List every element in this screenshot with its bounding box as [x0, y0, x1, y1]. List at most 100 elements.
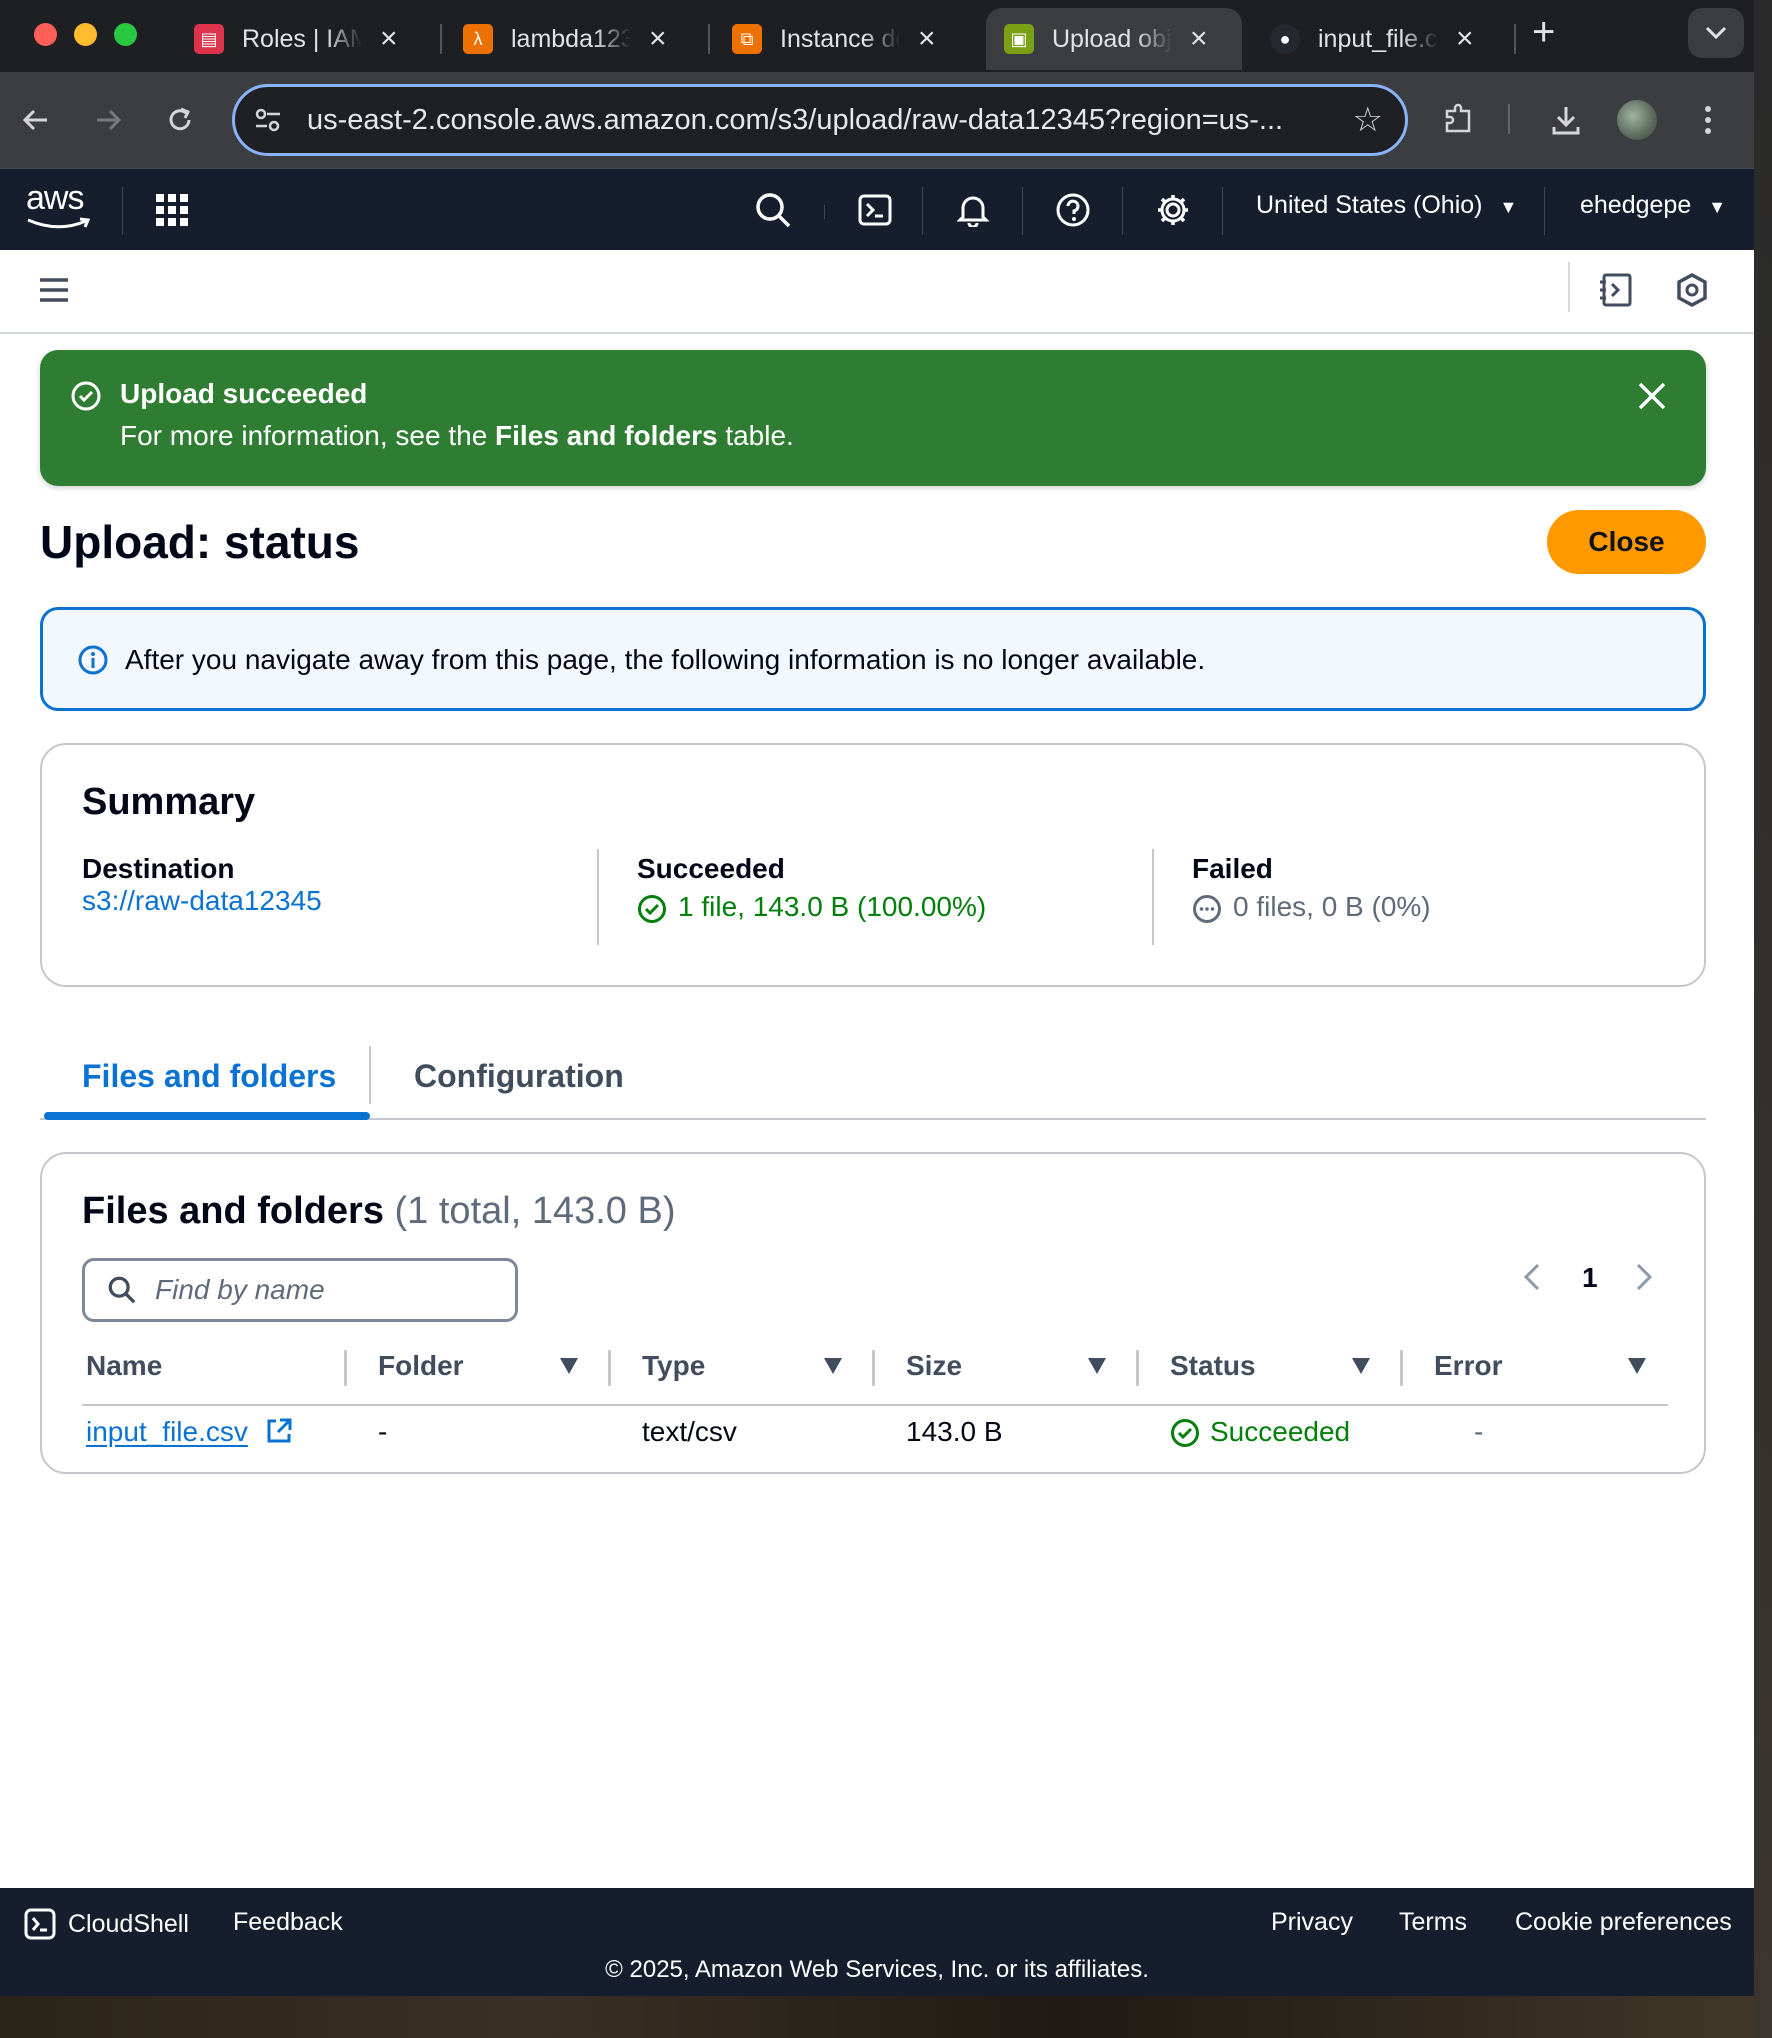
column-header-folder[interactable]: Folder — [378, 1350, 464, 1382]
amazon-q-icon[interactable] — [1674, 272, 1710, 313]
tab-search-chevron-icon[interactable] — [1688, 8, 1744, 58]
close-button[interactable]: Close — [1547, 510, 1706, 574]
column-resizer[interactable] — [1136, 1350, 1139, 1386]
column-resizer[interactable] — [872, 1350, 875, 1386]
region-selector[interactable]: United States (Ohio) ▼ — [1256, 191, 1517, 220]
browser-toolbar: us-east-2.console.aws.amazon.com/s3/uplo… — [0, 72, 1754, 168]
extensions-puzzle-icon[interactable] — [1432, 94, 1484, 146]
column-header-status[interactable]: Status — [1170, 1350, 1256, 1382]
reload-icon[interactable] — [154, 94, 206, 146]
hamburger-menu-icon[interactable] — [38, 276, 70, 309]
next-page-chevron-icon[interactable] — [1634, 1262, 1654, 1299]
browser-tab-github[interactable]: ● input_file.c × — [1252, 8, 1514, 70]
search-icon[interactable] — [750, 187, 796, 233]
minimize-window-button[interactable] — [74, 23, 97, 46]
column-header-type[interactable]: Type — [642, 1350, 705, 1382]
new-tab-plus-icon[interactable]: + — [1532, 10, 1555, 55]
column-resizer[interactable] — [344, 1350, 347, 1386]
sort-caret-icon[interactable] — [1352, 1358, 1370, 1374]
browser-tab-iam[interactable]: ▤ Roles | IAM × — [176, 8, 438, 70]
toolbar-divider — [1508, 104, 1510, 134]
subheader-divider — [1568, 262, 1570, 312]
side-panel-icon[interactable] — [1598, 272, 1634, 313]
footer-feedback-link[interactable]: Feedback — [233, 1908, 343, 1937]
column-resizer[interactable] — [608, 1350, 611, 1386]
close-tab-icon[interactable]: × — [380, 22, 398, 56]
settings-gear-icon[interactable] — [1150, 187, 1196, 233]
succeeded-label: Succeeded — [637, 853, 785, 884]
notifications-bell-icon[interactable] — [950, 187, 996, 233]
file-name-link[interactable]: input_file.csv — [86, 1416, 248, 1448]
account-menu[interactable]: ehedgepe ▼ — [1580, 191, 1726, 220]
header-divider — [922, 187, 923, 235]
column-header-size[interactable]: Size — [906, 1350, 962, 1382]
cell-error: - — [1474, 1416, 1484, 1447]
site-settings-icon[interactable] — [253, 105, 283, 135]
close-tab-icon[interactable]: × — [1456, 22, 1474, 56]
flash-message: For more information, see the Files and … — [120, 420, 794, 451]
header-divider — [1222, 187, 1223, 235]
failed-value: 0 files, 0 B (0%) — [1233, 891, 1431, 922]
destination-link[interactable]: s3://raw-data12345 — [82, 885, 322, 917]
success-check-icon — [70, 380, 102, 417]
bookmark-star-icon[interactable]: ☆ — [1353, 100, 1383, 140]
failed-label: Failed — [1192, 853, 1273, 884]
column-header-name[interactable]: Name — [86, 1350, 162, 1382]
downloads-icon[interactable] — [1540, 94, 1592, 146]
sort-caret-icon[interactable] — [824, 1358, 842, 1374]
aws-logo[interactable]: aws — [26, 179, 91, 229]
forward-arrow-icon[interactable] — [82, 94, 134, 146]
maximize-window-button[interactable] — [114, 23, 137, 46]
cell-status: Succeeded — [1210, 1416, 1351, 1447]
desktop-edge — [1754, 0, 1772, 2038]
browser-tab-ec2[interactable]: ⧉ Instance de × — [714, 8, 976, 70]
files-count: (1 total, 143.0 B) — [394, 1190, 676, 1232]
previous-page-chevron-icon[interactable] — [1522, 1262, 1542, 1299]
iam-icon: ▤ — [194, 24, 224, 54]
close-tab-icon[interactable]: × — [1190, 22, 1208, 56]
tab-configuration[interactable]: Configuration — [414, 1058, 624, 1095]
files-table-title: Files and folders (1 total, 143.0 B) — [82, 1190, 676, 1232]
cloudshell-icon[interactable] — [852, 187, 898, 233]
tab-divider — [369, 1046, 371, 1104]
desktop-background — [0, 1996, 1772, 2038]
browser-menu-kebab-icon[interactable] — [1682, 94, 1734, 146]
close-window-button[interactable] — [34, 23, 57, 46]
browser-tab-s3-upload[interactable]: ▣ Upload obj × — [986, 8, 1242, 70]
back-arrow-icon[interactable] — [10, 94, 62, 146]
header-divider — [824, 205, 825, 219]
footer-cookie-preferences-link[interactable]: Cookie preferences — [1515, 1908, 1732, 1937]
profile-avatar[interactable] — [1617, 100, 1657, 140]
dismiss-flash-close-icon[interactable] — [1636, 380, 1668, 417]
sort-caret-icon[interactable] — [1088, 1358, 1106, 1374]
aws-smile-icon — [27, 217, 91, 229]
ec2-icon: ⧉ — [732, 24, 762, 54]
lambda-icon: λ — [463, 24, 493, 54]
browser-tab-lambda[interactable]: λ lambda1234 × — [445, 8, 707, 70]
sort-caret-icon[interactable] — [1628, 1358, 1646, 1374]
external-link-icon[interactable] — [264, 1416, 294, 1451]
pending-dots-icon — [1192, 894, 1222, 929]
find-by-name-search[interactable] — [82, 1258, 518, 1322]
search-input[interactable] — [155, 1274, 515, 1306]
cell-type: text/csv — [642, 1416, 737, 1447]
footer-cloudshell-button[interactable]: CloudShell — [24, 1908, 189, 1940]
services-grid-icon[interactable] — [149, 187, 195, 233]
url-text[interactable]: us-east-2.console.aws.amazon.com/s3/uplo… — [307, 104, 1327, 137]
address-bar[interactable]: us-east-2.console.aws.amazon.com/s3/uplo… — [232, 84, 1408, 156]
footer-privacy-link[interactable]: Privacy — [1271, 1908, 1353, 1937]
column-resizer[interactable] — [1400, 1350, 1403, 1386]
close-tab-icon[interactable]: × — [649, 22, 667, 56]
help-icon[interactable] — [1050, 187, 1096, 233]
github-icon: ● — [1270, 24, 1300, 54]
tab-files-and-folders[interactable]: Files and folders — [82, 1058, 336, 1095]
close-tab-icon[interactable]: × — [918, 22, 936, 56]
summary-divider — [1152, 849, 1154, 945]
column-header-error[interactable]: Error — [1434, 1350, 1502, 1382]
footer-terms-link[interactable]: Terms — [1399, 1908, 1467, 1937]
tab-divider — [1514, 24, 1516, 54]
page-number[interactable]: 1 — [1582, 1262, 1598, 1294]
tab-divider — [440, 24, 442, 54]
sort-caret-icon[interactable] — [560, 1358, 578, 1374]
header-divider — [1544, 187, 1545, 235]
